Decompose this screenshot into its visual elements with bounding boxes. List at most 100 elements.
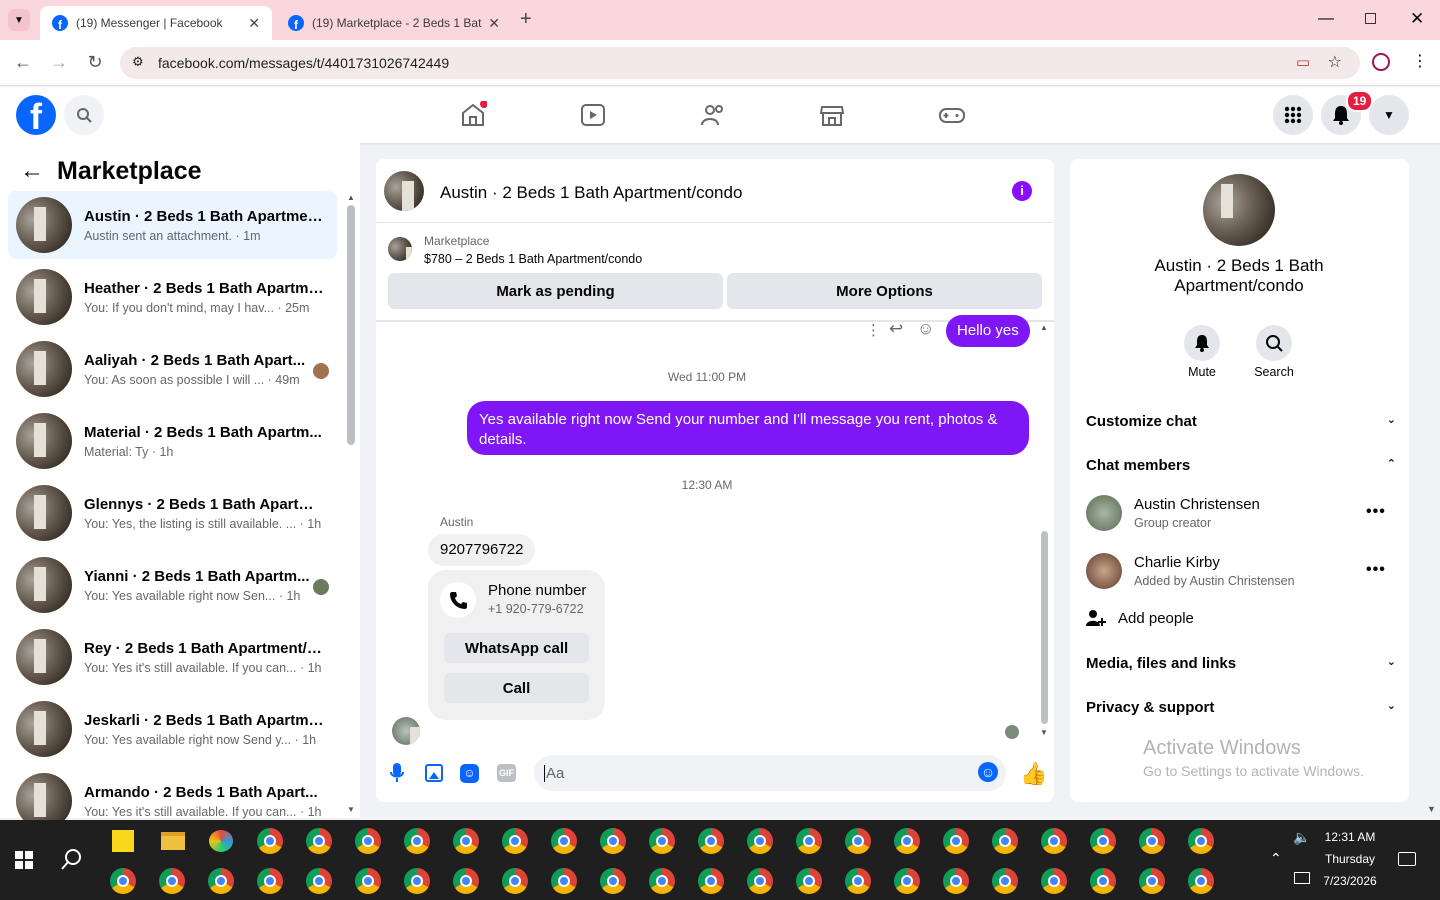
mute-button[interactable] (1184, 325, 1220, 361)
chrome-taskbar-icon[interactable] (453, 868, 479, 894)
close-tab-icon[interactable]: ✕ (248, 15, 260, 32)
listing-price[interactable]: $780 – 2 Beds 1 Bath Apartment/condo (424, 252, 642, 266)
member-more-icon[interactable]: ••• (1366, 503, 1386, 521)
chrome-taskbar-icon[interactable] (943, 828, 969, 854)
conversation-item[interactable]: Austin · 2 Beds 1 Bath Apartmen... Austin… (8, 191, 337, 259)
close-tab-icon[interactable]: ✕ (488, 15, 500, 32)
chrome-taskbar-icon[interactable] (1188, 868, 1214, 894)
url-field[interactable]: ⚙ facebook.com/messages/t/44017310267424… (120, 47, 1360, 79)
maximize-button[interactable] (1365, 13, 1376, 24)
chrome-taskbar-icon[interactable] (894, 868, 920, 894)
tab-marketplace[interactable]: f (19) Marketplace - 2 Beds 1 Bat ✕ (276, 6, 512, 40)
scroll-up-icon[interactable]: ▲ (347, 193, 355, 202)
chrome-taskbar-icon[interactable] (257, 868, 283, 894)
member-name[interactable]: Charlie Kirby (1134, 554, 1220, 571)
scroll-down-icon[interactable]: ▼ (1040, 728, 1048, 737)
emoji-icon[interactable]: ☺ (978, 762, 998, 782)
chrome-taskbar-icon[interactable] (943, 868, 969, 894)
paint-icon[interactable] (209, 830, 233, 852)
chrome-taskbar-icon[interactable] (404, 868, 430, 894)
photo-icon[interactable] (425, 764, 443, 782)
chrome-taskbar-icon[interactable] (1041, 868, 1067, 894)
whatsapp-call-button[interactable]: WhatsApp call (444, 633, 589, 663)
chrome-taskbar-icon[interactable] (355, 868, 381, 894)
call-button[interactable]: Call (444, 673, 589, 703)
tab-messenger[interactable]: f (19) Messenger | Facebook ✕ (40, 6, 272, 40)
reload-icon[interactable]: ↻ (84, 52, 106, 73)
conversation-item[interactable]: Rey · 2 Beds 1 Bath Apartment/c... You: Y… (8, 623, 337, 691)
file-explorer-icon[interactable] (161, 832, 185, 850)
chrome-taskbar-icon[interactable] (1139, 868, 1165, 894)
chat-title[interactable]: Austin · 2 Beds 1 Bath Apartment/condo (440, 183, 742, 203)
conversation-item[interactable]: Yianni · 2 Beds 1 Bath Apartm... You: Yes… (8, 551, 337, 619)
page-scroll-down-icon[interactable]: ▼ (1427, 804, 1436, 814)
site-info-icon[interactable]: ⚙ (132, 54, 144, 70)
start-button[interactable] (15, 851, 33, 869)
search-button[interactable] (64, 95, 104, 135)
clock-time[interactable]: 12:31 AM (1318, 830, 1382, 844)
install-app-icon[interactable]: ▭ (1296, 53, 1310, 71)
chrome-taskbar-icon[interactable] (649, 868, 675, 894)
privacy-row[interactable]: Privacy & support ⌄ (1086, 699, 1396, 716)
member-avatar[interactable] (1086, 553, 1122, 589)
close-window-button[interactable]: ✕ (1410, 9, 1424, 29)
account-button[interactable]: ▼ (1369, 95, 1409, 135)
chrome-taskbar-icon[interactable] (159, 868, 185, 894)
chrome-taskbar-icon[interactable] (698, 868, 724, 894)
chrome-taskbar-icon[interactable] (1139, 828, 1165, 854)
message-input[interactable]: Aa ☺ (534, 755, 1006, 791)
member-name[interactable]: Austin Christensen (1134, 496, 1260, 513)
conversation-item[interactable]: Heather · 2 Beds 1 Bath Apartme... You: I… (8, 263, 337, 331)
add-people-row[interactable]: Add people (1086, 609, 1194, 627)
gif-icon[interactable]: GIF (497, 764, 516, 782)
chrome-taskbar-icon[interactable] (1188, 828, 1214, 854)
chrome-taskbar-icon[interactable] (306, 868, 332, 894)
chrome-taskbar-icon[interactable] (992, 828, 1018, 854)
chrome-taskbar-icon[interactable] (257, 828, 283, 854)
chrome-taskbar-icon[interactable] (355, 828, 381, 854)
chrome-taskbar-icon[interactable] (551, 828, 577, 854)
scroll-up-icon[interactable]: ▲ (1040, 323, 1048, 332)
back-arrow-icon[interactable]: ← (20, 157, 44, 185)
mark-pending-button[interactable]: Mark as pending (388, 273, 723, 309)
search-chat-button[interactable] (1256, 325, 1292, 361)
conversation-item[interactable]: Glennys · 2 Beds 1 Bath Apartme... You: Y… (8, 479, 337, 547)
chrome-taskbar-icon[interactable] (649, 828, 675, 854)
chrome-taskbar-icon[interactable] (404, 828, 430, 854)
message-bubble-available[interactable]: Yes available right now Send your number… (467, 401, 1029, 455)
gaming-icon[interactable] (938, 101, 966, 129)
chrome-taskbar-icon[interactable] (845, 868, 871, 894)
chrome-taskbar-icon[interactable] (110, 868, 136, 894)
speaker-icon[interactable]: 🔈 (1293, 829, 1310, 846)
new-tab-button[interactable]: + (520, 8, 532, 31)
chrome-taskbar-icon[interactable] (845, 828, 871, 854)
customize-chat-row[interactable]: Customize chat ⌄ (1086, 413, 1396, 430)
sticker-icon[interactable]: ☺ (460, 764, 479, 783)
chat-scrollbar[interactable] (1041, 531, 1048, 724)
chrome-taskbar-icon[interactable] (1090, 868, 1116, 894)
video-icon[interactable] (579, 101, 607, 129)
more-options-button[interactable]: More Options (727, 273, 1042, 309)
chrome-taskbar-icon[interactable] (747, 828, 773, 854)
bookmark-star-icon[interactable]: ☆ (1328, 52, 1342, 72)
back-icon[interactable]: ← (12, 52, 34, 73)
chrome-taskbar-icon[interactable] (992, 868, 1018, 894)
chrome-taskbar-icon[interactable] (894, 828, 920, 854)
menu-button[interactable] (1273, 95, 1313, 135)
chrome-taskbar-icon[interactable] (453, 828, 479, 854)
sticky-notes-icon[interactable] (112, 830, 134, 852)
chat-avatar[interactable] (384, 171, 424, 211)
scrollbar[interactable] (347, 205, 355, 445)
chrome-taskbar-icon[interactable] (502, 868, 528, 894)
scroll-down-icon[interactable]: ▼ (347, 805, 355, 814)
member-more-icon[interactable]: ••• (1366, 561, 1386, 579)
react-icon[interactable]: ☺ (917, 319, 934, 339)
forward-icon[interactable]: → (48, 52, 70, 73)
marketplace-icon[interactable] (818, 101, 846, 129)
chat-members-row[interactable]: Chat members ⌃ (1086, 457, 1396, 474)
like-icon[interactable]: 👍 (1020, 761, 1047, 787)
tab-search-button[interactable]: ▼ (8, 9, 30, 31)
chrome-taskbar-icon[interactable] (306, 828, 332, 854)
show-hidden-icons[interactable]: ⌃ (1270, 850, 1282, 867)
conversation-item[interactable]: Jeskarli · 2 Beds 1 Bath Apartme... You: … (8, 695, 337, 763)
